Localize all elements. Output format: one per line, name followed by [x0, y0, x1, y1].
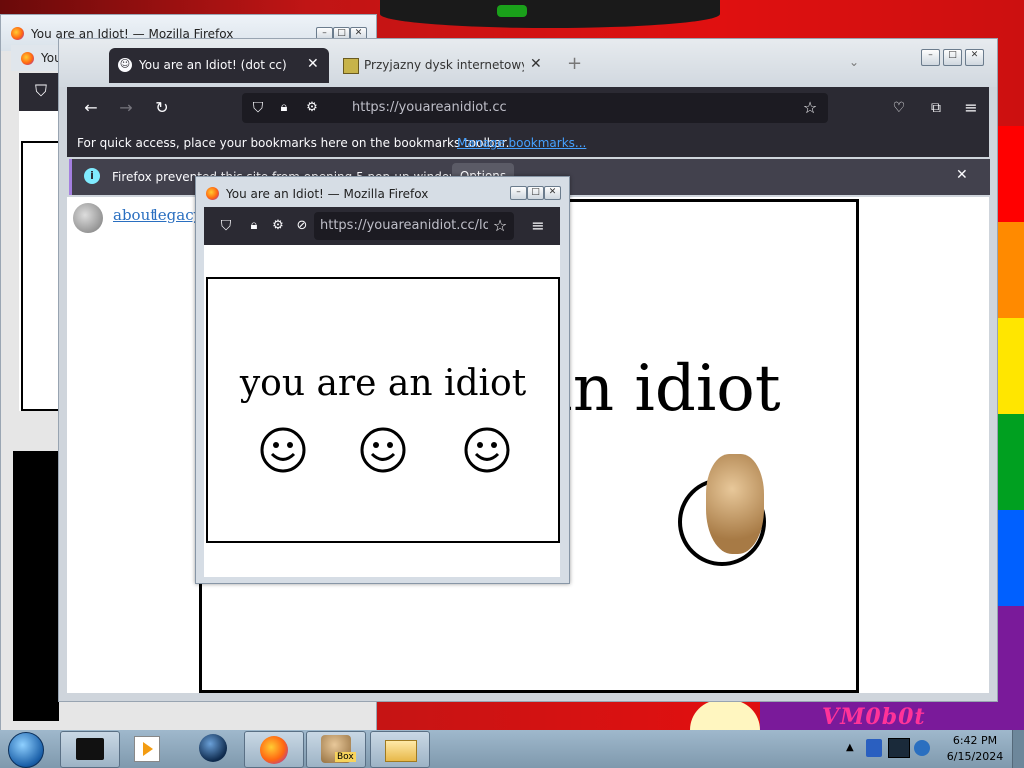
popup-window-title: You are an Idiot! — Mozilla Firefox [226, 187, 429, 201]
taskbar: Box ▲ 6:42 PM 6/15/2024 [0, 730, 1024, 768]
media-player-icon[interactable] [134, 736, 160, 762]
smiley-face-icon [464, 427, 510, 473]
firefox-icon [11, 27, 24, 40]
star-icon[interactable]: ☆ [798, 96, 822, 120]
back-window-toolbar: ⛉ [19, 73, 61, 111]
smiley-face-icon [360, 427, 406, 473]
firefox-icon [206, 187, 219, 200]
back-window-tab[interactable]: You [11, 45, 62, 71]
close-icon[interactable]: ✕ [965, 49, 984, 66]
popup-idiot-frame: you are an idiot [206, 277, 560, 543]
minimize-icon[interactable]: – [921, 49, 940, 66]
permissions-icon[interactable]: ⚙ [300, 96, 324, 120]
desktop-overlay-text: VM0b0t [822, 704, 926, 730]
bookmarks-hint: For quick access, place your bookmarks h… [77, 136, 510, 150]
popup-firefox-window[interactable]: You are an Idiot! — Mozilla Firefox – □ … [195, 176, 570, 584]
desktop-wallpaper-detail [497, 5, 527, 17]
menu-icon[interactable]: ≡ [959, 96, 983, 120]
tab-label: You are an Idiot! (dot cc) [139, 58, 287, 72]
rainbow-stripe [996, 222, 1024, 318]
lock-icon[interactable]: 🔒︎ [242, 214, 266, 238]
manage-bookmarks-link[interactable]: Manage bookmarks... [457, 136, 586, 150]
maximize-icon[interactable]: □ [527, 186, 544, 200]
url-bar[interactable]: ⛉ 🔒︎ ⚙ https://youareanidiot.cc ☆ [242, 93, 828, 123]
speaker-icon[interactable] [73, 203, 103, 233]
shield-icon[interactable]: ⛉ [29, 79, 53, 103]
shield-icon[interactable]: ⛉ [246, 96, 270, 120]
info-icon: i [84, 168, 100, 184]
show-hidden-icons-icon[interactable]: ▲ [846, 742, 854, 753]
taskbar-item-box[interactable]: Box [306, 731, 366, 768]
volume-icon[interactable] [914, 740, 930, 756]
clock-time[interactable]: 6:42 PM [940, 734, 1010, 747]
smiley-face-icon [260, 427, 306, 473]
infobar-close-icon[interactable]: ✕ [956, 167, 968, 183]
about-link[interactable]: about [113, 206, 156, 224]
black-panel [13, 451, 59, 721]
tab-youareanidiot[interactable]: ☺ You are an Idiot! (dot cc) ✕ [109, 48, 329, 83]
rainbow-stripe [996, 510, 1024, 606]
tab-close-icon[interactable]: ✕ [307, 56, 319, 72]
tab-strip: ☺ You are an Idiot! (dot cc) ✕ Przyjazny… [59, 39, 997, 87]
firefox-tab-icon [21, 52, 34, 65]
star-icon[interactable]: ☆ [488, 214, 512, 238]
menu-icon[interactable]: ≡ [526, 214, 550, 238]
tray-app-icon[interactable] [866, 739, 882, 757]
popup-toolbar: ⛉ 🔒︎ ⚙ ⊘ https://youareanidiot.cc/lol. ☆… [204, 207, 560, 245]
shield-icon[interactable]: ⛉ [214, 214, 238, 238]
desktop-wallpaper-shape [380, 0, 720, 28]
back-arrow-icon[interactable]: ← [79, 96, 103, 120]
forward-arrow-icon[interactable]: → [114, 96, 138, 120]
box-label: Box [335, 752, 356, 762]
taskbar-item-firefox[interactable] [244, 731, 304, 768]
browser-globe-icon[interactable] [199, 734, 227, 762]
extensions-icon[interactable]: ⧉ [924, 96, 948, 120]
app-icon [76, 738, 104, 760]
site-favicon-icon [343, 58, 359, 74]
bookmarks-toolbar: For quick access, place your bookmarks h… [67, 129, 989, 157]
navigation-toolbar: ← → ↻ ⛉ 🔒︎ ⚙ https://youareanidiot.cc ☆ … [67, 87, 989, 129]
taskbar-item-app[interactable] [60, 731, 120, 768]
tracking-blocked-icon[interactable]: ⊘ [290, 214, 314, 238]
url-text[interactable]: https://youareanidiot.cc [352, 100, 507, 115]
start-button[interactable] [8, 732, 44, 768]
pocket-icon[interactable]: ♡ [887, 96, 911, 120]
back-window-frame [21, 141, 63, 411]
popup-url-bar[interactable]: https://youareanidiot.cc/lol. ☆ [314, 212, 514, 240]
clock-date[interactable]: 6/15/2024 [940, 750, 1010, 763]
system-tray: ▲ 6:42 PM 6/15/2024 [838, 730, 1024, 768]
popup-page-content: you are an idiot [204, 245, 560, 577]
folder-icon [385, 740, 417, 762]
popup-idiot-text: you are an idiot [239, 363, 527, 404]
close-icon[interactable]: ✕ [544, 186, 561, 200]
network-monitor-icon[interactable] [888, 738, 910, 758]
tab-label: Przyjazny dysk internetowy - Ch [364, 58, 524, 72]
rainbow-stripe [996, 318, 1024, 414]
rainbow-stripe [996, 606, 1024, 702]
rainbow-stripe [996, 414, 1024, 510]
lock-icon[interactable]: 🔒︎ [272, 96, 296, 120]
rainbow-stripe [996, 126, 1024, 222]
back-window-content [19, 111, 63, 411]
smiley-tab-icon: ☺ [118, 58, 132, 72]
new-tab-button[interactable]: + [567, 53, 582, 74]
maximize-icon[interactable]: □ [943, 49, 962, 66]
tab-close-icon[interactable]: ✕ [530, 56, 542, 72]
popup-url-text[interactable]: https://youareanidiot.cc/lol. [320, 218, 488, 233]
tab-list-icon[interactable]: ⌄ [849, 55, 859, 69]
permissions-icon[interactable]: ⚙ [266, 214, 290, 238]
hamster-image [706, 454, 764, 554]
tab-przyjazny-dysk[interactable]: Przyjazny dysk internetowy - Ch ✕ [335, 51, 545, 81]
reload-icon[interactable]: ↻ [150, 96, 174, 120]
taskbar-item-explorer[interactable] [370, 731, 430, 768]
show-desktop-button[interactable] [1012, 730, 1024, 768]
firefox-icon [260, 736, 288, 764]
minimize-icon[interactable]: – [510, 186, 527, 200]
